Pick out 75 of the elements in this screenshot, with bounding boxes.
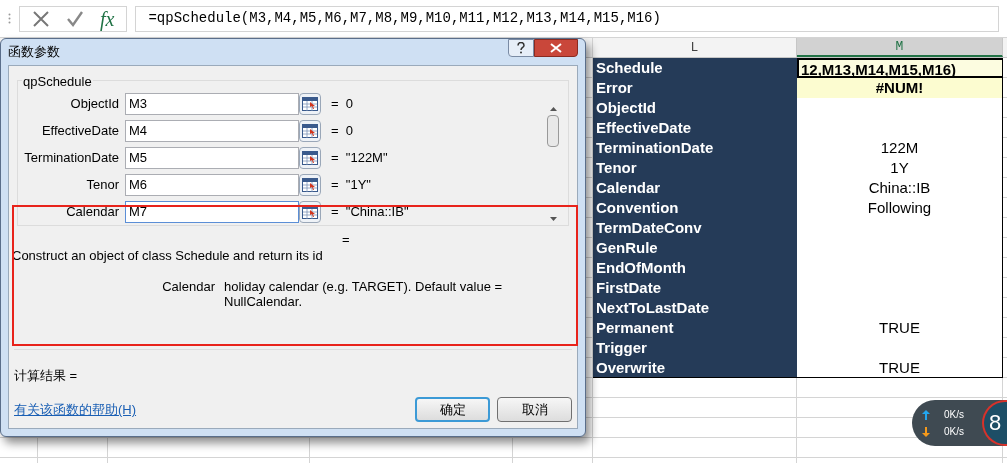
range-select-icon[interactable]: [299, 93, 321, 115]
help-link[interactable]: 有关该函数的帮助(H): [14, 399, 137, 420]
grip-icon: [8, 13, 11, 24]
argument-label: TerminationDate: [23, 149, 120, 168]
result-label: 计算结果 =: [14, 366, 78, 385]
label-cell: TermDateConv: [593, 218, 797, 238]
argument-field[interactable]: M3: [125, 93, 299, 115]
argument-label: Tenor: [85, 176, 120, 195]
label-cell: Overwrite: [593, 358, 797, 378]
value-cell: TRUE: [797, 358, 1003, 378]
label-cell: Convention: [593, 198, 797, 218]
upload-arrow-icon: [922, 409, 930, 420]
argument-label: EffectiveDate: [40, 122, 120, 141]
cancel-icon[interactable]: [32, 9, 50, 28]
range-select-icon[interactable]: [299, 147, 321, 169]
scroll-up-icon[interactable]: [549, 107, 557, 111]
grid-cell[interactable]: [38, 438, 108, 458]
grid-cell[interactable]: [513, 438, 593, 458]
grid-cell[interactable]: [797, 378, 1003, 398]
parameter-name: Calendar: [161, 278, 216, 296]
function-description: Construct an object of class Schedule and return its id: [12, 247, 324, 265]
label-cell: Schedule: [593, 58, 797, 78]
argument-field[interactable]: M6: [125, 174, 299, 196]
label-cell: Permanent: [593, 318, 797, 338]
argument-label: ObjectId: [69, 95, 120, 114]
grid-cell[interactable]: [0, 438, 38, 458]
range-select-icon[interactable]: [299, 174, 321, 196]
label-cell: GenRule: [593, 238, 797, 258]
argument-result: = 0: [330, 122, 354, 141]
range-select-icon[interactable]: [299, 201, 321, 223]
dialog-button[interactable]: 确定: [415, 397, 490, 422]
label-cell: NextToLastDate: [593, 298, 797, 318]
range-select-icon[interactable]: [299, 120, 321, 142]
argument-result: = "China::IB": [330, 203, 409, 222]
dialog-title: 函数参数: [8, 43, 60, 62]
argument-field[interactable]: M7: [125, 201, 299, 223]
label-cell: TerminationDate: [593, 138, 797, 158]
column-header[interactable]: M: [797, 38, 1003, 57]
argument-result: = "122M": [330, 149, 388, 168]
grid-cell[interactable]: [310, 438, 513, 458]
usage-badge: 8: [982, 400, 1007, 446]
download-speed: 0K/s: [944, 425, 964, 439]
argument-result: = 0: [330, 95, 354, 114]
label-cell: Error: [593, 78, 797, 98]
grid-cell[interactable]: [593, 398, 797, 418]
label-cell: ObjectId: [593, 98, 797, 118]
close-icon[interactable]: [534, 39, 578, 57]
active-cell[interactable]: 12,M13,M14,M15,M16): [797, 58, 1003, 78]
formula-field[interactable]: =qpSchedule(M3,M4,M5,M6,M7,M8,M9,M10,M11,M12,M13,M14,M15,M16): [135, 5, 999, 32]
scroll-down-icon[interactable]: [549, 217, 557, 221]
label-cell: Trigger: [593, 338, 797, 358]
help-icon[interactable]: [508, 39, 534, 57]
grid-cell[interactable]: [108, 438, 310, 458]
value-cell: #NUM!: [797, 78, 1003, 98]
dialog-button[interactable]: 取消: [497, 397, 572, 422]
scroll-thumb[interactable]: [547, 115, 559, 147]
download-arrow-icon: [922, 426, 930, 437]
grid-cell[interactable]: [593, 378, 797, 398]
grid-cell[interactable]: [593, 418, 797, 438]
label-cell: Calendar: [593, 178, 797, 198]
label-cell: EffectiveDate: [593, 118, 797, 138]
label-cell: FirstDate: [593, 278, 797, 298]
label-cell: EndOfMonth: [593, 258, 797, 278]
scrollbar[interactable]: [546, 107, 560, 221]
argument-field[interactable]: M5: [125, 147, 299, 169]
grid-cell[interactable]: [593, 438, 797, 458]
confirm-icon[interactable]: [66, 9, 84, 28]
parameter-description: holiday calendar (e.g. TARGET). Default value = NullCalendar.: [224, 278, 504, 309]
insert-function-button[interactable]: fx: [100, 3, 115, 34]
formula-result: =: [342, 231, 350, 249]
argument-result: = "1Y": [330, 176, 371, 195]
argument-field[interactable]: M4: [125, 120, 299, 142]
upload-speed: 0K/s: [944, 408, 964, 422]
argument-label: Calendar: [65, 203, 120, 222]
label-cell: Tenor: [593, 158, 797, 178]
